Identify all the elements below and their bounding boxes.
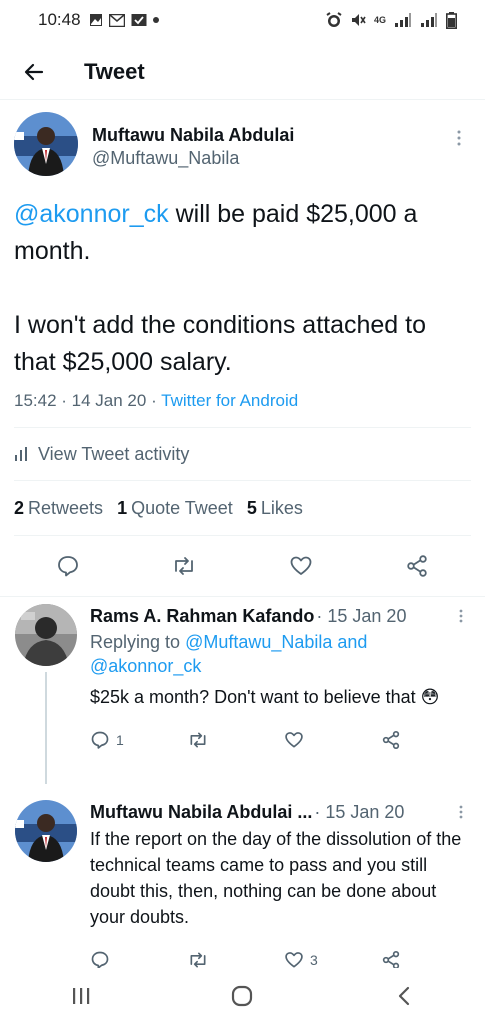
tweet-source-link[interactable]: Twitter for Android [161,391,298,410]
tweet-actions [0,536,485,596]
reply-button[interactable] [38,546,98,586]
author-handle[interactable]: @Muftawu_Nabila [92,146,294,170]
tweet-stats: 2 Retweets 1 Quote Tweet 5 Likes [0,481,485,535]
battery-icon [446,11,457,29]
reply-date: 15 Jan 20 [327,606,407,626]
more-options-button[interactable] [451,609,471,623]
retweet-button[interactable] [187,730,284,750]
more-vertical-icon [459,805,463,819]
share-button[interactable] [381,730,401,750]
retweet-button[interactable] [154,546,214,586]
heart-icon [290,556,312,575]
comment-icon [91,951,109,969]
view-tweet-activity[interactable]: View Tweet activity [0,428,485,480]
heart-icon [285,732,303,748]
gmail-icon [108,13,125,27]
tweet-author-row: Muftawu Nabila Abdulai @Muftawu_Nabila [0,112,485,186]
like-count: 3 [310,952,318,968]
home-button[interactable] [212,974,272,1018]
recents-icon [72,988,90,1004]
thread-line [45,672,47,784]
signal-icon [394,13,412,27]
back-button[interactable] [4,44,64,100]
top-app-bar: Tweet [0,44,485,100]
bar-chart-icon [14,446,30,462]
view-tweet-activity-label: View Tweet activity [38,443,190,464]
like-button[interactable] [284,730,381,750]
share-button[interactable] [387,546,447,586]
avatar[interactable] [15,604,77,666]
reply-button[interactable] [90,950,187,970]
retweet-icon [175,557,194,575]
reply-author-name[interactable]: Rams A. Rahman Kafando [90,604,314,628]
reply-author-name[interactable]: Muftawu Nabila Abdulai ... [90,800,312,824]
alarm-icon [326,12,342,28]
network-type-icon: 4G [373,14,386,25]
author-name[interactable]: Muftawu Nabila Abdulai [92,124,294,146]
share-icon [382,731,400,750]
replying-to: Replying to @Muftawu_Nabila and @akonnor… [90,632,368,676]
signal-2-icon [420,13,438,27]
tweet-time: 15:42 [14,391,57,410]
share-button[interactable] [381,950,401,970]
reply-count: 1 [116,732,124,748]
gallery-icon [89,13,103,27]
reply-button[interactable]: 1 [90,730,187,750]
more-vertical-icon [459,609,463,623]
share-icon [382,951,400,970]
status-bar: 10:48 4G [0,0,485,40]
recents-button[interactable] [51,974,111,1018]
reply-actions: 1 [90,724,471,756]
reply-date: 15 Jan 20 [325,802,405,822]
avatar[interactable] [15,800,77,862]
comment-icon [58,556,79,577]
retweets-stat[interactable]: 2 Retweets [14,498,103,519]
more-options-button[interactable] [447,126,471,150]
system-navigation-bar [0,968,485,1024]
reply-tweet[interactable]: Muftawu Nabila Abdulai ... · 15 Jan 20 I… [0,800,485,976]
home-icon [232,985,253,1007]
status-time: 10:48 [38,10,81,29]
page-title: Tweet [84,58,145,84]
arrow-left-icon [24,63,44,80]
mail-check-icon [131,13,147,27]
retweet-icon [190,952,206,968]
tweet-date: 14 Jan 20 [71,391,147,410]
retweet-button[interactable] [187,950,284,970]
more-vertical-icon [457,130,461,146]
retweet-icon [190,732,206,748]
main-tweet: Muftawu Nabila Abdulai @Muftawu_Nabila @… [0,112,485,597]
likes-stat[interactable]: 5 Likes [247,498,303,519]
avatar[interactable] [14,112,78,176]
reply-tweet[interactable]: Rams A. Rahman Kafando · 15 Jan 20 Reply… [0,604,485,784]
like-button[interactable]: 3 [284,950,381,970]
mention-link[interactable]: @akonnor_ck [14,200,169,228]
heart-icon [285,952,303,968]
tweet-text: @akonnor_ck will be paid $25,000 a month… [0,196,485,381]
reply-text: $25k a month? Don't want to believe that… [90,687,440,707]
more-options-button[interactable] [451,805,471,819]
quote-tweets-stat[interactable]: 1 Quote Tweet [117,498,233,519]
tweet-text-paragraph: I won't add the conditions attached to t… [14,311,426,376]
comment-icon [91,731,109,749]
divider [0,596,485,597]
chevron-left-icon [399,986,410,1006]
share-icon [407,555,427,577]
mute-icon [350,12,366,28]
like-button[interactable] [271,546,331,586]
reply-text: If the report on the day of the dissolut… [90,829,462,927]
notification-dot-icon [152,17,159,23]
system-back-button[interactable] [374,974,434,1018]
tweet-meta: 15:42 · 14 Jan 20 · Twitter for Android [14,391,299,410]
